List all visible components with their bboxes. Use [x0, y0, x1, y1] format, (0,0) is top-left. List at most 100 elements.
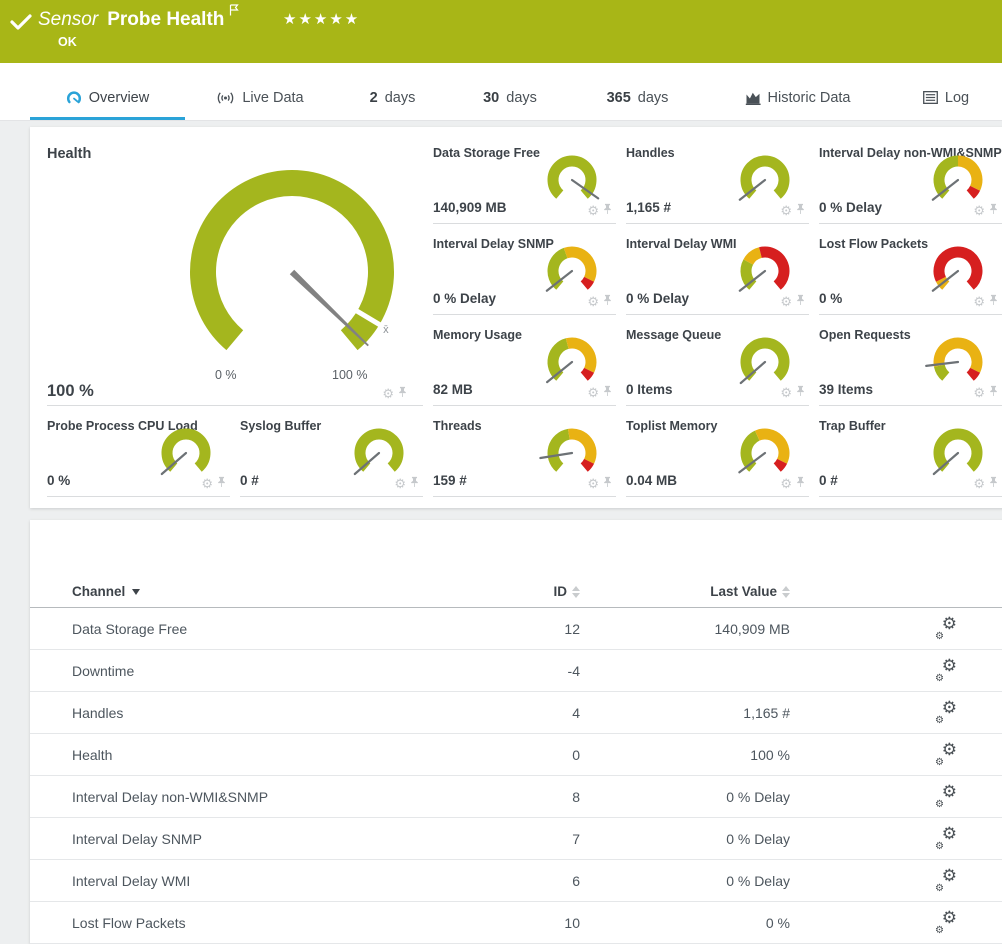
channel-settings-icon[interactable]: ⚙⚙: [935, 826, 957, 851]
gauge-probe-process-cpu-load: Probe Process CPU Load0 %⚙: [47, 413, 240, 504]
gear-icon[interactable]: ⚙: [780, 387, 792, 399]
tab-live-data[interactable]: Live Data: [185, 78, 335, 120]
gear-icon: ⚙: [935, 799, 944, 810]
gauge-scale-max: 100 %: [332, 368, 367, 382]
channel-id: -4: [522, 663, 580, 679]
gear-icon[interactable]: ⚙: [973, 478, 985, 490]
channel-name[interactable]: Data Storage Free: [72, 621, 522, 637]
pin-icon[interactable]: [603, 475, 612, 493]
pin-icon[interactable]: [603, 202, 612, 220]
object-kind-label: Sensor: [38, 9, 98, 31]
channel-name[interactable]: Handles: [72, 705, 522, 721]
gear-icon[interactable]: ⚙: [587, 205, 599, 217]
tab-label: Log: [945, 90, 969, 106]
gauge-value: 1,165 #: [626, 200, 671, 215]
gear-icon[interactable]: ⚙: [780, 296, 792, 308]
gauge-value: 0 #: [240, 473, 259, 488]
gear-icon: ⚙: [942, 698, 957, 718]
gear-icon[interactable]: ⚙: [587, 387, 599, 399]
tab-number: 365: [607, 90, 631, 106]
channel-name[interactable]: Interval Delay non-WMI&SNMP: [72, 789, 522, 805]
gauge-handles: Handles1,165 #⚙: [626, 140, 819, 231]
channel-last-value: 0 % Delay: [580, 831, 790, 847]
ok-check-icon: [10, 13, 32, 31]
channel-last-value: 0 %: [580, 915, 790, 931]
channel-settings-icon[interactable]: ⚙⚙: [935, 658, 957, 683]
gauge-toplist-memory: Toplist Memory0.04 MB⚙: [626, 413, 819, 504]
tab-historic-data[interactable]: Historic Data: [705, 78, 890, 120]
pin-icon[interactable]: [796, 384, 805, 402]
gear-icon[interactable]: ⚙: [201, 478, 213, 490]
gear-icon[interactable]: ⚙: [587, 296, 599, 308]
tab-label: days: [638, 90, 669, 106]
pin-icon[interactable]: [603, 293, 612, 311]
gear-icon: ⚙: [935, 715, 944, 726]
tab-log[interactable]: Log: [890, 78, 1002, 120]
channel-id: 8: [522, 789, 580, 805]
pin-icon[interactable]: [796, 475, 805, 493]
channel-settings-icon[interactable]: ⚙⚙: [935, 910, 957, 935]
channel-settings-icon[interactable]: ⚙⚙: [935, 742, 957, 767]
pin-icon[interactable]: [398, 385, 407, 403]
channel-settings-icon[interactable]: ⚙⚙: [935, 700, 957, 725]
pin-icon[interactable]: [989, 384, 998, 402]
gauge-value: 0 Items: [626, 382, 673, 397]
channel-name[interactable]: Downtime: [72, 663, 522, 679]
gear-icon[interactable]: ⚙: [587, 478, 599, 490]
channel-settings-icon[interactable]: ⚙⚙: [935, 616, 957, 641]
gear-icon[interactable]: ⚙: [973, 296, 985, 308]
tab-30-days[interactable]: 30days: [450, 78, 570, 120]
tab-label: Live Data: [242, 90, 303, 106]
pin-icon[interactable]: [796, 293, 805, 311]
column-header-last-value[interactable]: Last Value: [580, 584, 790, 599]
gauge-interval-delay-wmi: Interval Delay WMI0 % Delay⚙: [626, 231, 819, 322]
gauge-syslog-buffer: Syslog Buffer0 #⚙: [240, 413, 433, 504]
gear-icon: ⚙: [942, 740, 957, 760]
sort-arrows-icon: [572, 586, 580, 598]
column-label: Channel: [72, 584, 125, 599]
sort-caret-icon: [132, 589, 140, 595]
pin-icon[interactable]: [989, 293, 998, 311]
channel-id: 10: [522, 915, 580, 931]
priority-stars[interactable]: ★★★★★: [283, 10, 360, 28]
channel-name[interactable]: Health: [72, 747, 522, 763]
tab-365-days[interactable]: 365 days: [570, 78, 705, 120]
tab-number: 2: [370, 90, 378, 106]
gauge-health: Health x̄ 0 % 100 % 100 % ⚙: [47, 140, 433, 413]
gear-icon[interactable]: ⚙: [394, 478, 406, 490]
tab-label: days: [506, 90, 537, 106]
pin-icon[interactable]: [989, 475, 998, 493]
flag-icon[interactable]: [229, 3, 239, 21]
gear-icon[interactable]: ⚙: [382, 388, 394, 400]
tab-2-days[interactable]: 2days: [335, 78, 450, 120]
broadcast-icon: [216, 91, 235, 105]
channel-name[interactable]: Interval Delay SNMP: [72, 831, 522, 847]
gauge-value: 0 #: [819, 473, 838, 488]
gear-icon: ⚙: [935, 757, 944, 768]
pin-icon[interactable]: [410, 475, 419, 493]
tab-bar: OverviewLive Data2days30days365daysHisto…: [0, 63, 1002, 121]
channel-settings-icon[interactable]: ⚙⚙: [935, 868, 957, 893]
pin-icon[interactable]: [796, 202, 805, 220]
table-row: Lost Flow Packets100 % ⚙⚙: [30, 902, 1002, 944]
pin-icon[interactable]: [989, 202, 998, 220]
tab-overview[interactable]: Overview: [30, 78, 185, 120]
gear-icon: ⚙: [935, 673, 944, 684]
sensor-status-band: Sensor Probe Health ★★★★★ OK: [0, 0, 1002, 63]
channel-id: 6: [522, 873, 580, 889]
pin-icon[interactable]: [217, 475, 226, 493]
channel-id: 4: [522, 705, 580, 721]
gear-icon[interactable]: ⚙: [780, 205, 792, 217]
gear-icon[interactable]: ⚙: [973, 205, 985, 217]
column-header-id[interactable]: ID: [522, 584, 580, 599]
channel-settings-icon[interactable]: ⚙⚙: [935, 784, 957, 809]
column-header-channel[interactable]: Channel: [72, 584, 522, 599]
channel-name[interactable]: Lost Flow Packets: [72, 915, 522, 931]
channel-name[interactable]: Interval Delay WMI: [72, 873, 522, 889]
gear-icon[interactable]: ⚙: [780, 478, 792, 490]
gauge-value: 39 Items: [819, 382, 873, 397]
gear-icon[interactable]: ⚙: [973, 387, 985, 399]
gauge-value: 0 %: [47, 473, 70, 488]
gauge-value: 82 MB: [433, 382, 473, 397]
pin-icon[interactable]: [603, 384, 612, 402]
